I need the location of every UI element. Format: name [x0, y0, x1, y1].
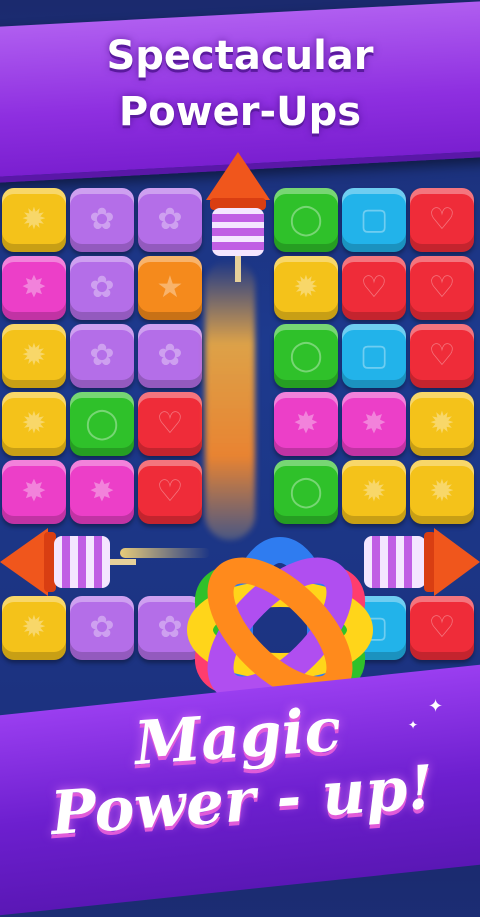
title-banner-text: Spectacular Power-Ups	[0, 28, 480, 140]
tile-blue[interactable]: ▢	[342, 188, 406, 252]
tile-red[interactable]: ♡	[410, 324, 474, 388]
tile-purple[interactable]: ✿	[138, 188, 202, 252]
blue-emblem-icon: ▢	[359, 338, 389, 373]
left-rocket-icon	[0, 528, 136, 596]
green-emblem-icon: ◯	[289, 338, 323, 373]
tile-purple[interactable]: ✿	[70, 324, 134, 388]
green-emblem-icon: ◯	[85, 406, 119, 441]
yellow-emblem-icon: ✹	[21, 406, 47, 441]
tile-green[interactable]: ◯	[274, 460, 338, 524]
pink-emblem-icon: ✸	[89, 474, 115, 509]
sparkle-icon: ✦	[408, 718, 419, 732]
green-emblem-icon: ◯	[289, 202, 323, 237]
purple-emblem-icon: ✿	[89, 338, 115, 373]
tile-purple[interactable]: ✿	[70, 256, 134, 320]
yellow-emblem-icon: ✹	[293, 270, 319, 305]
sparkle-icon: ✦	[428, 696, 444, 717]
pink-emblem-icon: ✸	[21, 270, 47, 305]
title-line-2: Power-Ups	[118, 89, 362, 135]
purple-emblem-icon: ✿	[89, 270, 115, 305]
tile-yellow[interactable]: ✹	[2, 188, 66, 252]
tile-yellow[interactable]: ✹	[2, 324, 66, 388]
orange-emblem-icon: ★	[156, 270, 184, 305]
pink-emblem-icon: ✸	[361, 406, 387, 441]
tile-red[interactable]: ♡	[138, 460, 202, 524]
tile-red[interactable]: ♡	[410, 596, 474, 660]
tile-red[interactable]: ♡	[342, 256, 406, 320]
red-emblem-icon: ♡	[360, 270, 388, 305]
tile-green[interactable]: ◯	[274, 324, 338, 388]
tile-pink[interactable]: ✸	[2, 256, 66, 320]
red-emblem-icon: ♡	[156, 474, 184, 509]
tile-green[interactable]: ◯	[274, 188, 338, 252]
title-line-1: Spectacular	[106, 33, 374, 79]
pink-emblem-icon: ✸	[21, 474, 47, 509]
right-rocket-icon	[364, 528, 480, 596]
red-emblem-icon: ♡	[156, 406, 184, 441]
red-emblem-icon: ♡	[428, 202, 456, 237]
blue-emblem-icon: ▢	[359, 202, 389, 237]
rocket-fire-trail	[205, 260, 255, 540]
tile-purple[interactable]: ✿	[70, 596, 134, 660]
purple-emblem-icon: ✿	[157, 610, 183, 645]
purple-emblem-icon: ✿	[157, 338, 183, 373]
tile-yellow[interactable]: ✹	[2, 392, 66, 456]
red-emblem-icon: ♡	[428, 270, 456, 305]
tile-pink[interactable]: ✸	[274, 392, 338, 456]
red-emblem-icon: ♡	[428, 610, 456, 645]
tile-yellow[interactable]: ✹	[342, 460, 406, 524]
red-emblem-icon: ♡	[428, 338, 456, 373]
green-emblem-icon: ◯	[289, 474, 323, 509]
tile-yellow[interactable]: ✹	[274, 256, 338, 320]
tile-blue[interactable]: ▢	[342, 324, 406, 388]
tile-purple[interactable]: ✿	[70, 188, 134, 252]
tile-pink[interactable]: ✸	[342, 392, 406, 456]
yellow-emblem-icon: ✹	[21, 202, 47, 237]
tile-yellow[interactable]: ✹	[410, 392, 474, 456]
yellow-emblem-icon: ✹	[361, 474, 387, 509]
tile-orange[interactable]: ★	[138, 256, 202, 320]
tile-purple[interactable]: ✿	[138, 324, 202, 388]
yellow-emblem-icon: ✹	[21, 338, 47, 373]
yellow-emblem-icon: ✹	[429, 474, 455, 509]
tile-red[interactable]: ♡	[138, 392, 202, 456]
vertical-rocket-icon	[206, 152, 270, 282]
yellow-emblem-icon: ✹	[429, 406, 455, 441]
tile-red[interactable]: ♡	[410, 256, 474, 320]
purple-emblem-icon: ✿	[157, 202, 183, 237]
tile-green[interactable]: ◯	[70, 392, 134, 456]
pink-emblem-icon: ✸	[293, 406, 319, 441]
tile-pink[interactable]: ✸	[70, 460, 134, 524]
tile-yellow[interactable]: ✹	[2, 596, 66, 660]
tile-red[interactable]: ♡	[410, 188, 474, 252]
yellow-emblem-icon: ✹	[21, 610, 47, 645]
tile-pink[interactable]: ✸	[2, 460, 66, 524]
tile-yellow[interactable]: ✹	[410, 460, 474, 524]
purple-emblem-icon: ✿	[89, 202, 115, 237]
purple-emblem-icon: ✿	[89, 610, 115, 645]
